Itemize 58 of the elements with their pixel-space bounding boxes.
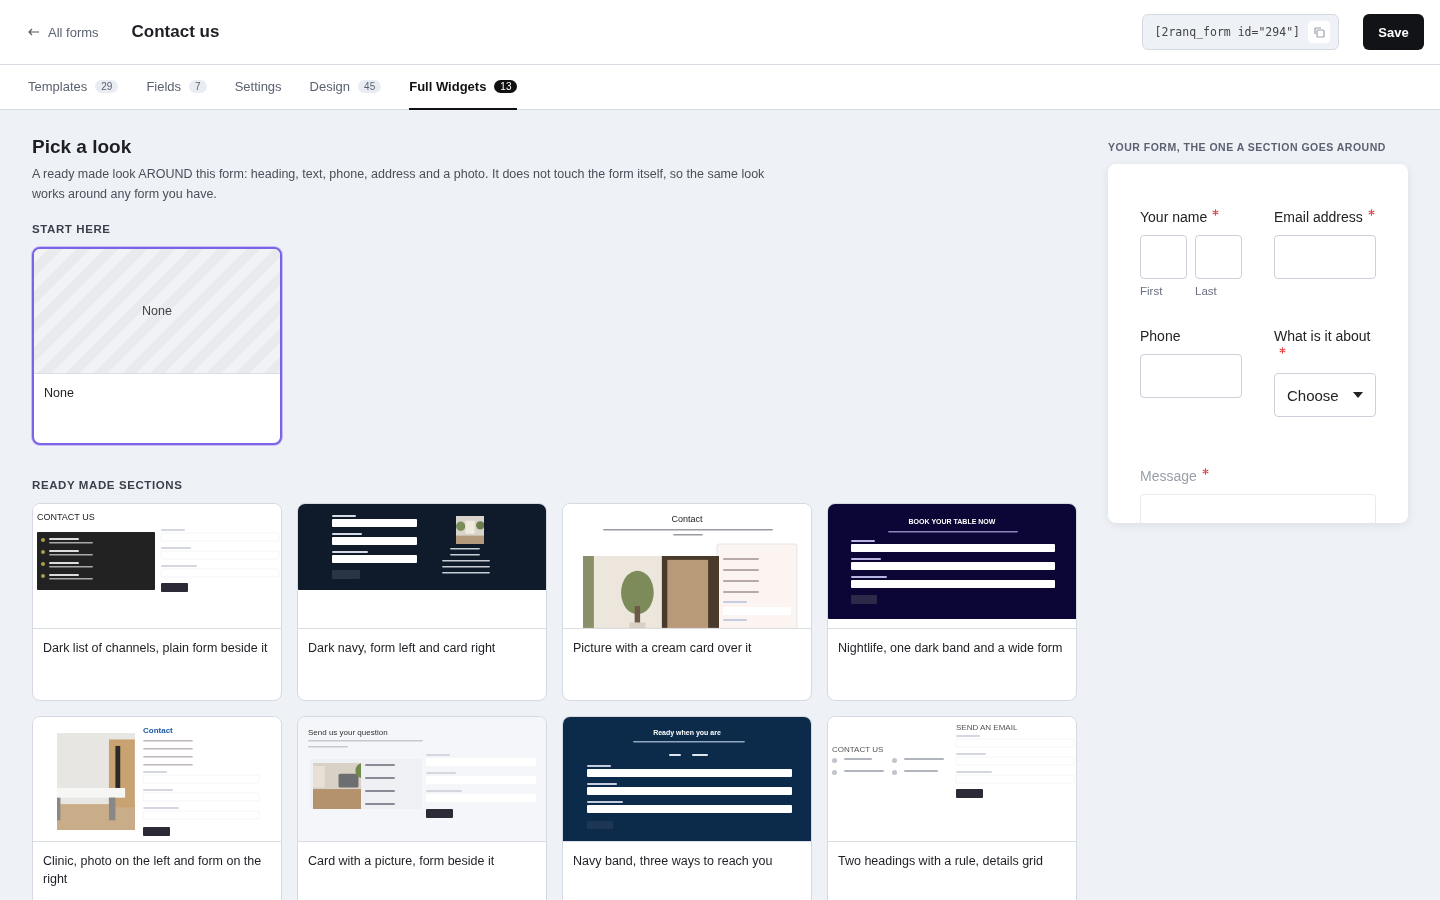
intro-text: A ready made look AROUND this form: heading, text, phone, address and a photo. It does not touch the form itself, so the same look works around any form you have. <box>32 166 766 203</box>
section-heading: READY MADE SECTIONS <box>32 479 184 491</box>
look-card[interactable]: CONTACT US Dark list of channels, plain form beside it <box>32 503 282 701</box>
count-badge: 45 <box>358 80 382 93</box>
look-card[interactable]: Send us your question Card with a picture, form beside it <box>297 716 547 900</box>
tab[interactable]: Full Widgets 13 <box>409 65 518 110</box>
field-label: What is it about <box>1274 327 1378 365</box>
field-hint: Last <box>1195 285 1218 297</box>
back-arrow-icon <box>28 28 40 36</box>
preview-heading: Contact <box>143 726 173 736</box>
tab[interactable]: Templates 29 <box>28 65 119 110</box>
count-badge: 7 <box>189 80 207 93</box>
field-hint: First <box>1140 285 1164 297</box>
count-badge: 29 <box>95 80 119 93</box>
form-title: Contact us <box>131 22 220 42</box>
tab[interactable]: Settings <box>234 65 282 110</box>
card-label: None <box>43 385 75 402</box>
look-card[interactable]: Dark navy, form left and card right <box>297 503 547 701</box>
shortcode-field[interactable]: [2ranq_form id="294"] <box>1141 14 1339 50</box>
field-label: Phone <box>1140 327 1182 346</box>
card-label: Clinic, photo on the left and form on the right <box>42 853 263 888</box>
preview-heading: CONTACT US <box>832 745 884 755</box>
caret-icon <box>1353 392 1363 398</box>
copy-button[interactable] <box>1308 21 1330 43</box>
input-field[interactable] <box>1274 235 1376 279</box>
select-field[interactable]: Choose <box>1274 373 1376 417</box>
preview-heading: SEND AN EMAIL <box>956 723 1018 733</box>
card-label: Navy band, three ways to reach you <box>572 853 774 870</box>
count-badge: 13 <box>494 80 518 93</box>
panel-heading: YOUR FORM, THE ONE A SECTION GOES AROUND <box>1108 140 1387 154</box>
field-label: Your name <box>1140 208 1274 227</box>
look-card[interactable]: Contact Clinic, photo on the left and form on the right <box>32 716 282 900</box>
back-link[interactable]: All forms <box>28 24 99 40</box>
card-label: Dark list of channels, plain form beside it <box>42 640 269 657</box>
section-heading: START HERE <box>32 223 112 235</box>
section-title: Pick a look <box>32 136 133 158</box>
look-card[interactable]: Contact Picture with a cream card over it <box>562 503 812 701</box>
card-label: Nightlife, one dark band and a wide form <box>837 640 1064 657</box>
card-label: Picture with a cream card over it <box>572 640 753 657</box>
input-field[interactable] <box>1195 235 1242 279</box>
preview-heading: CONTACT US <box>37 512 95 524</box>
save-button[interactable]: Save <box>1363 14 1424 50</box>
look-card[interactable]: SEND AN EMAIL CONTACT US Two headings with a rule, details grid <box>827 716 1077 900</box>
preview-heading: Send us your question <box>308 728 388 738</box>
tab[interactable]: Fields 7 <box>146 65 207 110</box>
input-field[interactable] <box>1140 354 1242 398</box>
preview-text: None <box>142 304 172 318</box>
look-card[interactable]: None None <box>32 247 282 445</box>
shortcode-text: [2ranq_form id="294"] <box>1154 25 1300 39</box>
preview-heading: Contact <box>670 514 704 526</box>
input-field[interactable] <box>1140 235 1187 279</box>
field-label: Message <box>1140 467 1378 486</box>
copy-icon <box>1313 26 1325 38</box>
card-label: Two headings with a rule, details grid <box>837 853 1044 870</box>
field-label: Email address <box>1274 208 1378 227</box>
card-label: Dark navy, form left and card right <box>307 640 497 657</box>
card-label: Card with a picture, form beside it <box>307 853 496 870</box>
tab[interactable]: Design 45 <box>309 65 382 110</box>
